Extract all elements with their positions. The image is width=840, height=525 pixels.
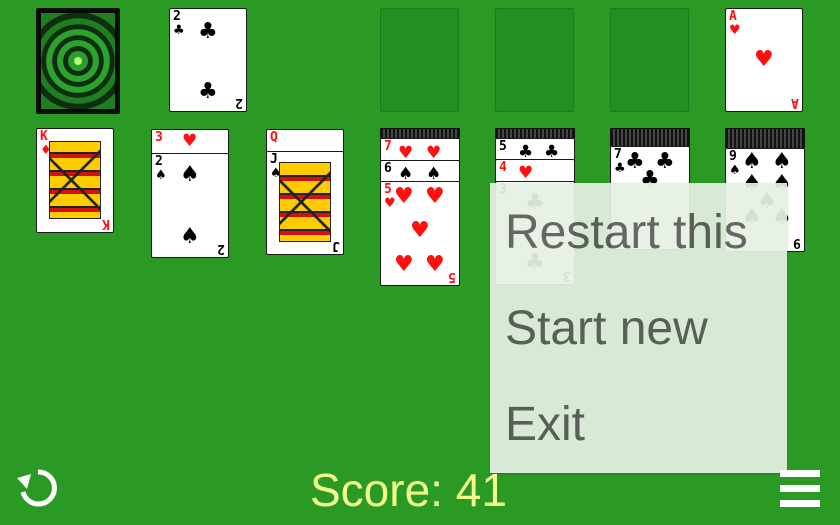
score-label: Score: (310, 464, 443, 516)
card-rank-bottom: 9 (793, 235, 801, 250)
facedown-cards (610, 128, 690, 146)
card-rank: 9 (729, 149, 737, 164)
hamburger-menu-icon[interactable] (778, 466, 824, 512)
tableau-card[interactable]: 2 ♠ ♠ ♠ 2 (151, 153, 229, 258)
tableau-card[interactable]: K ♦ K (36, 128, 114, 233)
card-rank: 4 (499, 160, 507, 175)
card-rank: 5 (384, 182, 392, 197)
card-suit: ♠ (155, 168, 167, 183)
hamburger-bar (780, 485, 820, 492)
card-pip: ♥ (425, 252, 445, 277)
menu-item-start-new[interactable]: Start new (505, 301, 708, 357)
card-pip: ♠ (772, 149, 792, 174)
card-pip: ♠ (180, 224, 200, 249)
tableau-card[interactable]: 5 ♥ ♥ ♥ ♥ ♥ ♥ 5 (380, 181, 460, 286)
card-rank: 7 (614, 147, 622, 162)
card-pip: ♠ (742, 149, 762, 174)
hamburger-bar (780, 500, 820, 507)
stock-pile[interactable] (36, 8, 120, 114)
card-suit: ♥ (729, 23, 741, 38)
card-rank: 6 (384, 161, 392, 176)
card-pip: ♥ (410, 218, 430, 243)
score-value: 41 (455, 464, 507, 516)
restart-icon[interactable] (14, 464, 62, 512)
card-suit: ♣ (614, 161, 626, 176)
foundation-slot-3[interactable] (610, 8, 689, 112)
card-rank-bottom: K (102, 216, 110, 231)
facedown-cards (380, 128, 460, 138)
card-rank: A (729, 9, 737, 24)
card-pip: ♥ (754, 47, 774, 72)
card-rank: 5 (499, 139, 507, 154)
card-rank-bottom: 2 (235, 95, 243, 110)
card-pip: ♣ (198, 79, 218, 104)
card-rank: 2 (155, 154, 163, 169)
menu-item-exit[interactable]: Exit (505, 397, 585, 453)
card-pip: ♥ (518, 163, 534, 183)
card-rank-bottom: J (332, 238, 340, 253)
jack-face-art (279, 162, 331, 242)
tableau-card[interactable]: J ♠ J (266, 151, 344, 255)
card-pip: ♥ (394, 184, 414, 209)
card-back-pattern (41, 13, 115, 109)
card-pip: ♥ (425, 184, 445, 209)
score-display: Score: 41 (310, 462, 540, 518)
card-pip: ♣ (198, 19, 218, 44)
foundation-slot-2[interactable] (495, 8, 574, 112)
waste-card[interactable]: 2 ♣ ♣ ♣ 2 (169, 8, 247, 112)
card-rank: 2 (173, 9, 181, 24)
menu-item-restart-this[interactable]: Restart this (505, 205, 748, 261)
foundation-slot-1[interactable] (380, 8, 459, 112)
card-pip: ♥ (182, 131, 198, 151)
card-suit: ♣ (173, 23, 185, 38)
card-rank: K (40, 129, 48, 144)
game-menu: Restart this Start new Exit (490, 183, 787, 473)
king-face-art (49, 141, 101, 219)
foundation-card-4[interactable]: A ♥ ♥ A (725, 8, 803, 112)
card-rank: 3 (155, 130, 163, 145)
card-rank-bottom: A (791, 95, 799, 110)
card-rank: Q (270, 130, 278, 145)
card-suit: ♠ (729, 163, 741, 178)
facedown-cards (725, 128, 805, 148)
card-pip: ♠ (180, 162, 200, 187)
card-rank: J (270, 152, 278, 167)
facedown-cards (495, 128, 575, 138)
card-rank: 7 (384, 139, 392, 154)
card-rank-bottom: 2 (217, 241, 225, 256)
card-pip: ♥ (394, 252, 414, 277)
hamburger-bar (780, 470, 820, 477)
card-rank-bottom: 5 (448, 269, 456, 284)
